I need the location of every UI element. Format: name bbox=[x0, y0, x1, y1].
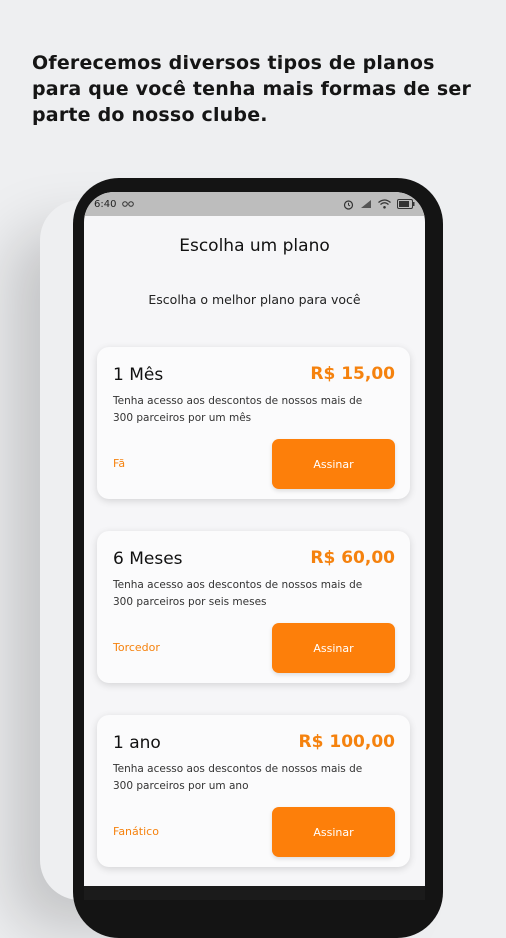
plan-tier: Fã bbox=[113, 457, 126, 470]
wifi-icon bbox=[378, 199, 391, 209]
plan-price: R$ 15,00 bbox=[310, 364, 395, 384]
plan-price: R$ 100,00 bbox=[298, 732, 395, 752]
navigation-bar bbox=[84, 886, 425, 900]
plan-description: Tenha acesso aos descontos de nossos mai… bbox=[113, 763, 363, 792]
plan-name: 1 Mês bbox=[113, 365, 164, 385]
status-time: 6:40 bbox=[94, 198, 117, 210]
page-subtitle: Escolha o melhor plano para você bbox=[148, 292, 361, 307]
headline: Oferecemos diversos tipos de planos para… bbox=[32, 52, 472, 126]
subscribe-button[interactable]: Assinar bbox=[272, 439, 395, 489]
subscribe-button[interactable]: Assinar bbox=[272, 807, 395, 857]
plan-tier: Fanático bbox=[113, 825, 159, 838]
page-title: Escolha um plano bbox=[179, 236, 330, 256]
battery-icon bbox=[397, 199, 415, 209]
plan-card-6-months: 6 Meses R$ 60,00 Tenha acesso aos descon… bbox=[97, 531, 410, 683]
plan-tier: Torcedor bbox=[113, 641, 160, 654]
plan-description: Tenha acesso aos descontos de nossos mai… bbox=[113, 395, 363, 424]
signal-icon bbox=[361, 200, 371, 208]
plan-name: 6 Meses bbox=[113, 549, 183, 569]
alarm-icon bbox=[343, 199, 354, 210]
status-bar: 6:40 bbox=[84, 192, 425, 216]
plan-description: Tenha acesso aos descontos de nossos mai… bbox=[113, 579, 363, 608]
notification-icon bbox=[122, 201, 135, 207]
phone-screen: 6:40 Escolha um plano Escolha o melhor p… bbox=[84, 192, 425, 900]
plan-card-1-year: 1 ano R$ 100,00 Tenha acesso aos descont… bbox=[97, 715, 410, 867]
plan-card-1-month: 1 Mês R$ 15,00 Tenha acesso aos desconto… bbox=[97, 347, 410, 499]
subscribe-button[interactable]: Assinar bbox=[272, 623, 395, 673]
plan-price: R$ 60,00 bbox=[310, 548, 395, 568]
plan-name: 1 ano bbox=[113, 733, 161, 753]
